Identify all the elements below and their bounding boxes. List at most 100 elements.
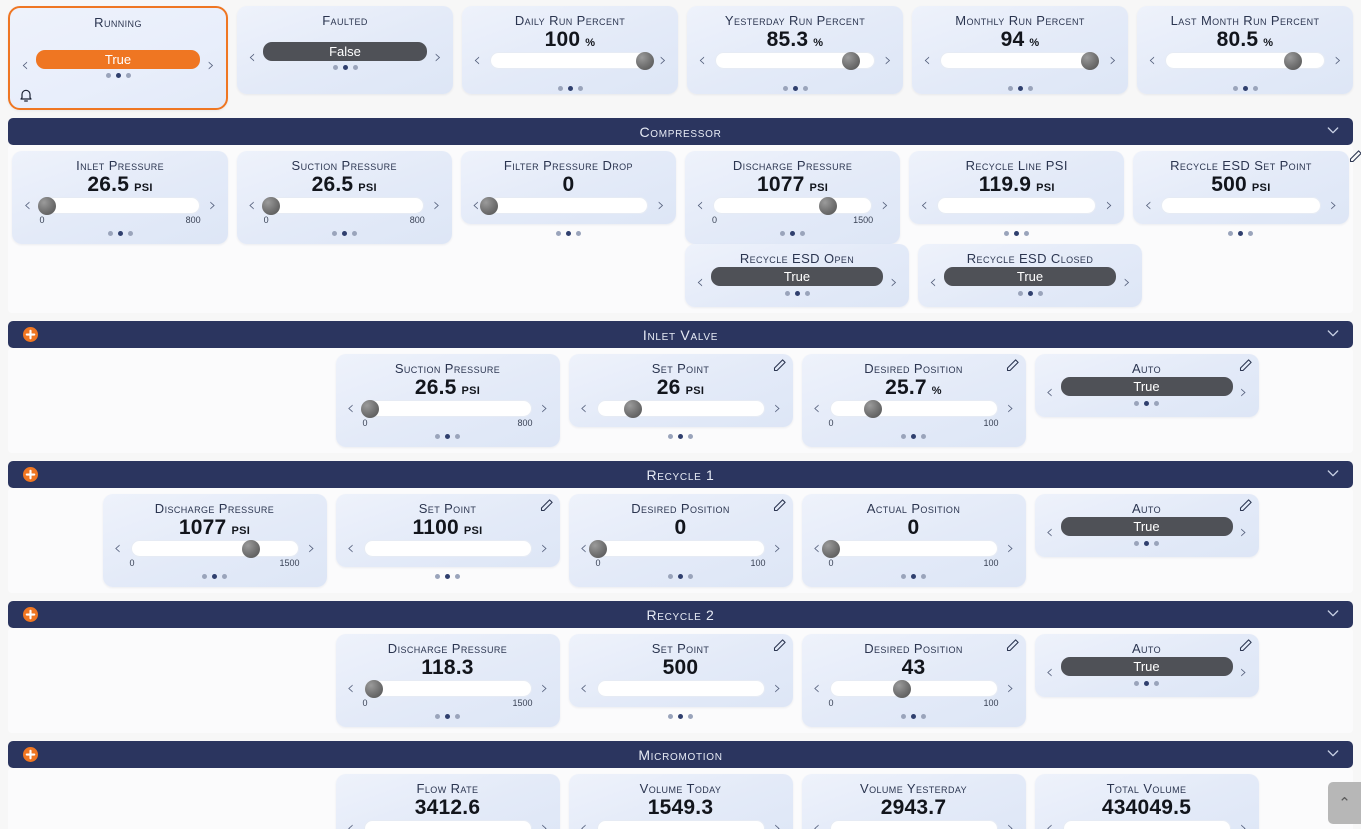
next-arrow-icon[interactable]: ›	[652, 51, 674, 70]
prev-arrow-icon[interactable]: ‹	[340, 679, 362, 698]
slider-knob[interactable]	[479, 196, 498, 215]
page-dot[interactable]	[1154, 540, 1159, 546]
slider[interactable]	[595, 820, 767, 829]
slider-track[interactable]	[596, 680, 765, 697]
prev-arrow-icon[interactable]: ‹	[806, 819, 828, 829]
page-dots[interactable]	[1004, 228, 1030, 238]
page-dot[interactable]	[445, 573, 450, 579]
edit-pencil-icon[interactable]	[1238, 358, 1253, 373]
slider[interactable]	[935, 197, 1098, 214]
page-dots[interactable]	[784, 288, 810, 298]
page-dot[interactable]	[1242, 85, 1248, 91]
page-dot[interactable]	[352, 65, 358, 70]
slider[interactable]	[595, 680, 767, 697]
next-arrow-icon[interactable]: ›	[877, 51, 899, 70]
edit-pencil-icon[interactable]	[772, 358, 787, 373]
page-dot[interactable]	[1027, 85, 1033, 91]
slider[interactable]	[362, 540, 534, 557]
slider-track[interactable]	[37, 196, 200, 215]
page-dot[interactable]	[921, 713, 926, 719]
page-dot[interactable]	[107, 230, 113, 236]
page-dot[interactable]	[911, 433, 916, 439]
alarm-bell-icon[interactable]	[18, 87, 34, 103]
page-dot[interactable]	[688, 433, 693, 439]
chevron-down-icon[interactable]	[1325, 465, 1341, 485]
next-arrow-icon[interactable]: ›	[767, 679, 789, 698]
slider-track[interactable]	[490, 51, 655, 70]
prev-arrow-icon[interactable]: ‹	[922, 273, 944, 292]
page-dot[interactable]	[445, 713, 450, 719]
chevron-down-icon[interactable]	[1325, 605, 1341, 625]
slider[interactable]	[828, 399, 1000, 418]
page-dot[interactable]	[222, 573, 227, 579]
next-arrow-icon[interactable]: ›	[767, 399, 789, 418]
edit-pencil-icon[interactable]	[1238, 638, 1253, 653]
slider[interactable]	[129, 539, 301, 558]
page-dot[interactable]	[911, 713, 916, 719]
slider-track[interactable]	[822, 539, 998, 558]
edit-pencil-icon[interactable]	[539, 498, 554, 513]
slider-track[interactable]	[1165, 51, 1325, 70]
chevron-down-icon[interactable]	[1325, 122, 1341, 142]
page-dot[interactable]	[555, 230, 561, 236]
boolean-value-pill[interactable]: True	[1060, 657, 1233, 676]
slider-track[interactable]	[596, 820, 765, 829]
slider-knob[interactable]	[361, 399, 380, 418]
slider-knob[interactable]	[864, 399, 883, 418]
page-dot[interactable]	[435, 573, 440, 579]
page-dot[interactable]	[212, 573, 217, 579]
page-dot[interactable]	[117, 230, 123, 236]
prev-arrow-icon[interactable]: ‹	[241, 196, 263, 215]
page-dot[interactable]	[445, 433, 450, 439]
prev-arrow-icon[interactable]: ‹	[913, 196, 935, 215]
prev-arrow-icon[interactable]: ‹	[573, 679, 595, 698]
slider-track[interactable]	[940, 51, 1100, 70]
prev-arrow-icon[interactable]: ‹	[241, 47, 263, 67]
page-dots[interactable]	[105, 71, 131, 81]
page-dot[interactable]	[668, 573, 673, 579]
prev-arrow-icon[interactable]: ‹	[1137, 196, 1159, 215]
page-dot[interactable]	[1037, 290, 1043, 296]
page-dot[interactable]	[351, 230, 357, 236]
page-dot[interactable]	[1134, 400, 1139, 406]
prev-arrow-icon[interactable]: ‹	[689, 196, 711, 215]
page-dot[interactable]	[1134, 540, 1139, 546]
page-dot[interactable]	[688, 573, 693, 579]
slider-knob[interactable]	[818, 196, 837, 215]
slider[interactable]	[828, 679, 1000, 698]
page-dot[interactable]	[1014, 230, 1020, 236]
page-dots[interactable]	[435, 711, 460, 721]
page-dot[interactable]	[1027, 290, 1033, 296]
slider[interactable]	[1061, 820, 1233, 829]
next-arrow-icon[interactable]: ›	[1098, 196, 1120, 215]
boolean-value-pill[interactable]: True	[1060, 377, 1233, 396]
prev-arrow-icon[interactable]: ‹	[340, 539, 362, 558]
next-arrow-icon[interactable]: ›	[1000, 819, 1022, 829]
page-dot[interactable]	[1232, 85, 1238, 91]
page-dot[interactable]	[577, 85, 583, 91]
slider[interactable]	[488, 51, 655, 70]
page-dot[interactable]	[792, 85, 798, 91]
prev-arrow-icon[interactable]: ‹	[1039, 523, 1061, 542]
next-arrow-icon[interactable]: ›	[767, 539, 789, 558]
next-arrow-icon[interactable]: ›	[301, 539, 323, 558]
page-dot[interactable]	[1154, 400, 1159, 406]
page-dot[interactable]	[1144, 680, 1149, 686]
next-arrow-icon[interactable]: ›	[1000, 679, 1022, 698]
page-dots[interactable]	[780, 228, 806, 238]
page-dot[interactable]	[1007, 85, 1013, 91]
page-dot[interactable]	[678, 433, 683, 439]
slider[interactable]	[479, 196, 650, 215]
add-item-plus-icon[interactable]	[23, 607, 38, 622]
prev-arrow-icon[interactable]: ‹	[1039, 663, 1061, 682]
next-arrow-icon[interactable]: ›	[1102, 51, 1124, 70]
slider[interactable]	[589, 539, 767, 558]
page-dot[interactable]	[780, 230, 786, 236]
page-dots[interactable]	[1007, 83, 1033, 93]
next-arrow-icon[interactable]: ›	[427, 47, 449, 67]
slider-track[interactable]	[713, 196, 873, 215]
prev-arrow-icon[interactable]: ‹	[16, 196, 38, 215]
slider[interactable]	[938, 51, 1102, 70]
boolean-value-pill[interactable]: True	[711, 267, 883, 286]
slider[interactable]	[822, 539, 1000, 558]
